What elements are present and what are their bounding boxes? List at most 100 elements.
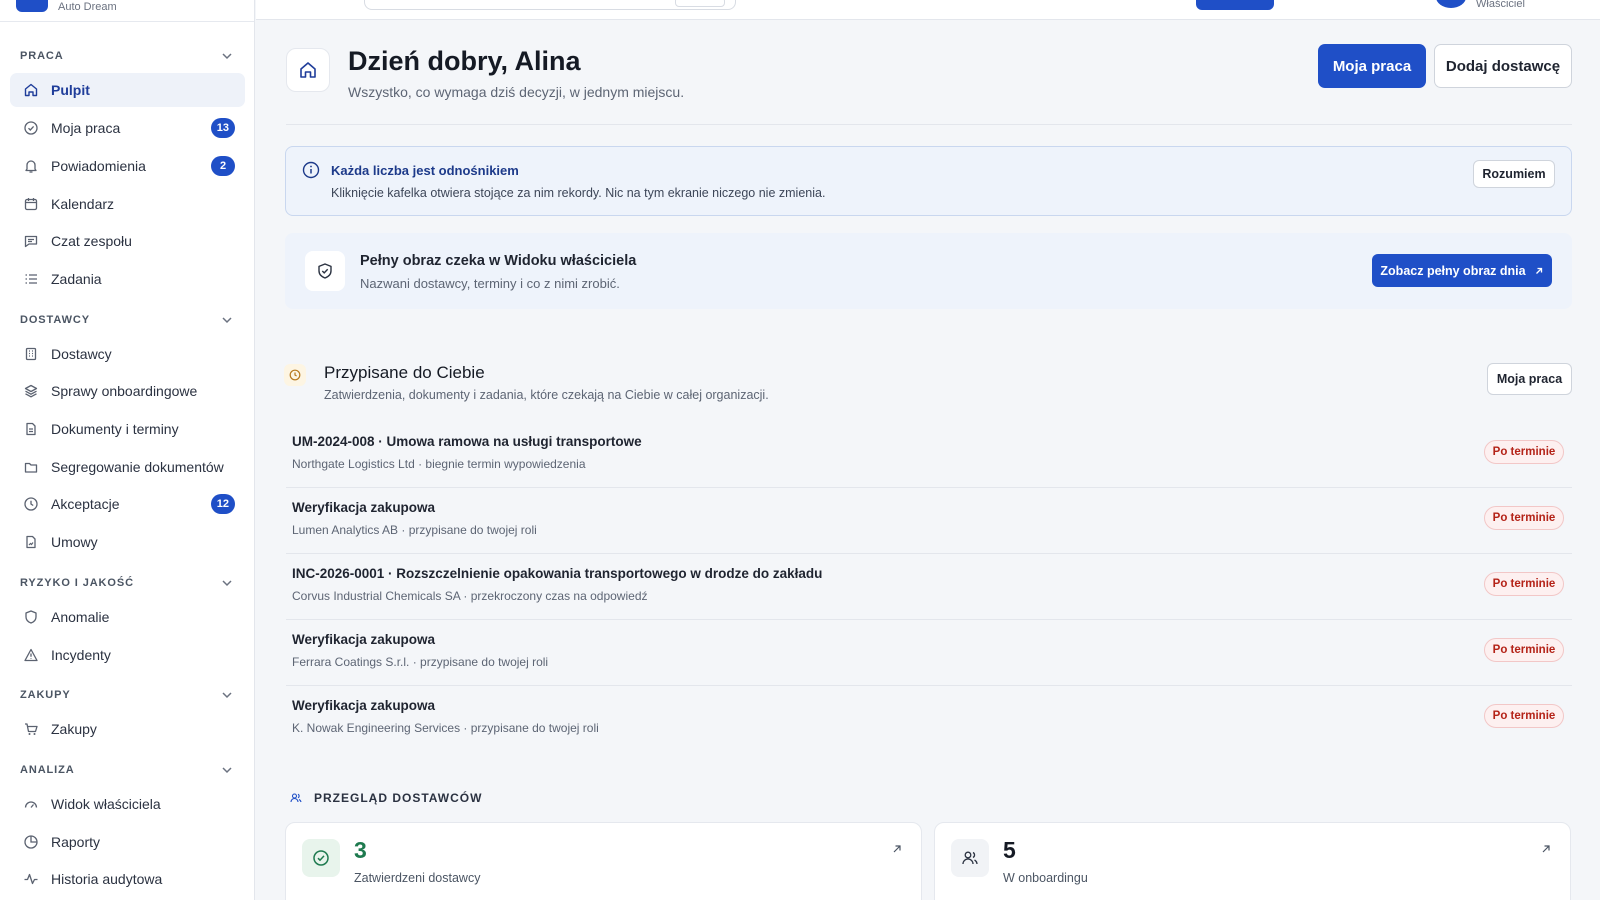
sidebar-item-moja-praca[interactable]: Moja praca 13 <box>10 111 245 145</box>
gauge-icon <box>24 801 38 808</box>
shield-check-icon <box>318 263 332 279</box>
home-icon <box>24 83 38 97</box>
top-primary-button[interactable] <box>1196 0 1274 10</box>
my-work-button[interactable]: Moja praca <box>1318 44 1426 88</box>
owner-shield-tile <box>305 251 345 291</box>
calendar-icon <box>24 198 38 211</box>
sidebar-item-raporty[interactable]: Raporty <box>10 825 245 859</box>
folder-icon <box>24 462 38 473</box>
sidebar-item-label: Umowy <box>51 534 98 550</box>
external-arrow-icon <box>893 845 901 853</box>
brand-logo[interactable] <box>16 0 48 12</box>
sidebar-item-umowy[interactable]: Umowy <box>10 525 245 559</box>
overview-heading: PRZEGLĄD DOSTAWCÓW <box>290 790 482 806</box>
shield-icon <box>25 610 37 624</box>
section-analiza[interactable]: ANALIZA <box>20 762 234 778</box>
assigned-tile <box>284 364 306 386</box>
sidebar-item-label: Zadania <box>51 271 102 287</box>
task-subtitle: Lumen Analytics AB · przypisane do twoje… <box>292 523 537 537</box>
users-icon <box>290 793 302 803</box>
warning-triangle-icon <box>24 648 38 662</box>
sidebar: Auto Dream PRACA Pulpit Moja praca 13 Po… <box>0 0 255 900</box>
sidebar-item-zakupy[interactable]: Zakupy <box>10 712 245 746</box>
count-badge: 12 <box>210 494 235 514</box>
sidebar-item-anomalie[interactable]: Anomalie <box>10 600 245 634</box>
task-row[interactable]: UM-2024-008 · Umowa ramowa na usługi tra… <box>286 422 1572 488</box>
shortcut-hint <box>675 0 725 7</box>
sidebar-item-sprawy-onboardingowe[interactable]: Sprawy onboardingowe <box>10 374 245 408</box>
task-row[interactable]: Weryfikacja zakupowa Lumen Analytics AB … <box>286 488 1572 554</box>
task-row[interactable]: INC-2026-0001 · Rozszczelnienie opakowan… <box>286 554 1572 620</box>
topbar: Właściciel <box>256 0 1600 20</box>
dismiss-button[interactable]: Rozumiem <box>1473 160 1555 188</box>
users-icon <box>962 851 978 865</box>
sidebar-item-powiadomienia[interactable]: Powiadomienia 2 <box>10 149 245 183</box>
page-title: Dzień dobry, Alina <box>348 46 581 76</box>
sidebar-item-dostawcy[interactable]: Dostawcy <box>10 337 245 371</box>
brand: Auto Dream <box>0 0 254 22</box>
sidebar-item-pulpit[interactable]: Pulpit <box>10 73 245 107</box>
full-picture-label: Zobacz pełny obraz dnia <box>1380 263 1526 278</box>
search-input[interactable] <box>364 0 736 10</box>
count-badge: 13 <box>210 118 235 138</box>
count-badge: 2 <box>211 156 235 176</box>
assigned-my-work-button[interactable]: Moja praca <box>1487 363 1572 395</box>
external-arrow-icon <box>1542 845 1550 853</box>
chevron-down-icon <box>222 580 232 587</box>
section-title: PRACA <box>20 50 64 62</box>
info-title: Każda liczba jest odnośnikiem <box>331 163 519 178</box>
task-row[interactable]: Weryfikacja zakupowa K. Nowak Engineerin… <box>286 686 1572 752</box>
stat-value: 5 <box>1003 837 1016 863</box>
sidebar-item-akceptacje[interactable]: Akceptacje 12 <box>10 487 245 521</box>
assigned-title: Przypisane do Ciebie <box>324 363 485 382</box>
task-subtitle: Corvus Industrial Chemicals SA · przekro… <box>292 589 648 603</box>
section-praca[interactable]: PRACA <box>20 48 234 64</box>
sidebar-item-label: Dostawcy <box>51 346 112 362</box>
section-ryzyko-i-jakosc[interactable]: RYZYKO I JAKOŚĆ <box>20 575 234 591</box>
sidebar-item-label: Czat zespołu <box>51 233 132 249</box>
stat-card-approved[interactable]: 3 Zatwierdzeni dostawcy <box>285 822 922 900</box>
add-supplier-button[interactable]: Dodaj dostawcę <box>1434 44 1572 88</box>
chevron-down-icon <box>222 53 232 60</box>
sidebar-item-segregowanie-dokumentow[interactable]: Segregowanie dokumentów <box>10 450 245 484</box>
full-picture-button[interactable]: Zobacz pełny obraz dnia <box>1372 254 1552 287</box>
owner-text: Nazwani dostawcy, terminy i co z nimi zr… <box>360 276 620 291</box>
status-badge: Po terminie <box>1484 572 1564 596</box>
sidebar-item-label: Kalendarz <box>51 196 115 212</box>
main-content: Dzień dobry, Alina Wszystko, co wymaga d… <box>256 20 1600 900</box>
sidebar-item-label: Widok właściciela <box>51 796 161 812</box>
sidebar-item-widok-wlasciciela[interactable]: Widok właściciela <box>10 787 245 821</box>
sidebar-item-czat-zespolu[interactable]: Czat zespołu <box>10 224 245 258</box>
assigned-subtitle: Zatwierdzenia, dokumenty i zadania, któr… <box>324 388 769 402</box>
bell-icon <box>25 160 37 173</box>
sidebar-item-dokumenty-i-terminy[interactable]: Dokumenty i terminy <box>10 412 245 446</box>
sidebar-item-kalendarz[interactable]: Kalendarz <box>10 187 245 221</box>
stat-icon-tile <box>302 839 340 877</box>
section-zakupy[interactable]: ZAKUPY <box>20 687 234 703</box>
page-icon <box>286 48 330 92</box>
sidebar-item-label: Powiadomienia <box>51 158 146 174</box>
layers-icon <box>24 384 38 398</box>
status-badge: Po terminie <box>1484 506 1564 530</box>
pie-chart-icon <box>24 835 38 849</box>
section-dostawcy[interactable]: DOSTAWCY <box>20 312 234 328</box>
stat-label: W onboardingu <box>1003 871 1088 885</box>
sidebar-item-label: Anomalie <box>51 609 110 625</box>
divider <box>286 124 1572 125</box>
chevron-down-icon <box>222 317 232 324</box>
sidebar-item-incydenty[interactable]: Incydenty <box>10 638 245 672</box>
stat-icon-tile <box>951 839 989 877</box>
sidebar-item-zadania[interactable]: Zadania <box>10 262 245 296</box>
chevron-down-icon <box>222 692 232 699</box>
task-row[interactable]: Weryfikacja zakupowa Ferrara Coatings S.… <box>286 620 1572 686</box>
sidebar-item-label: Moja praca <box>51 120 121 136</box>
chevron-down-icon <box>222 767 232 774</box>
sidebar-item-label: Akceptacje <box>51 496 120 512</box>
avatar[interactable] <box>1436 0 1466 8</box>
sidebar-item-historia-audytowa[interactable]: Historia audytowa <box>10 862 245 896</box>
task-subtitle: Northgate Logistics Ltd · biegnie termin… <box>292 457 586 471</box>
clock-icon <box>289 369 301 381</box>
sidebar-item-label: Incydenty <box>51 647 111 663</box>
status-badge: Po terminie <box>1484 638 1564 662</box>
stat-card-onboarding[interactable]: 5 W onboardingu <box>934 822 1571 900</box>
